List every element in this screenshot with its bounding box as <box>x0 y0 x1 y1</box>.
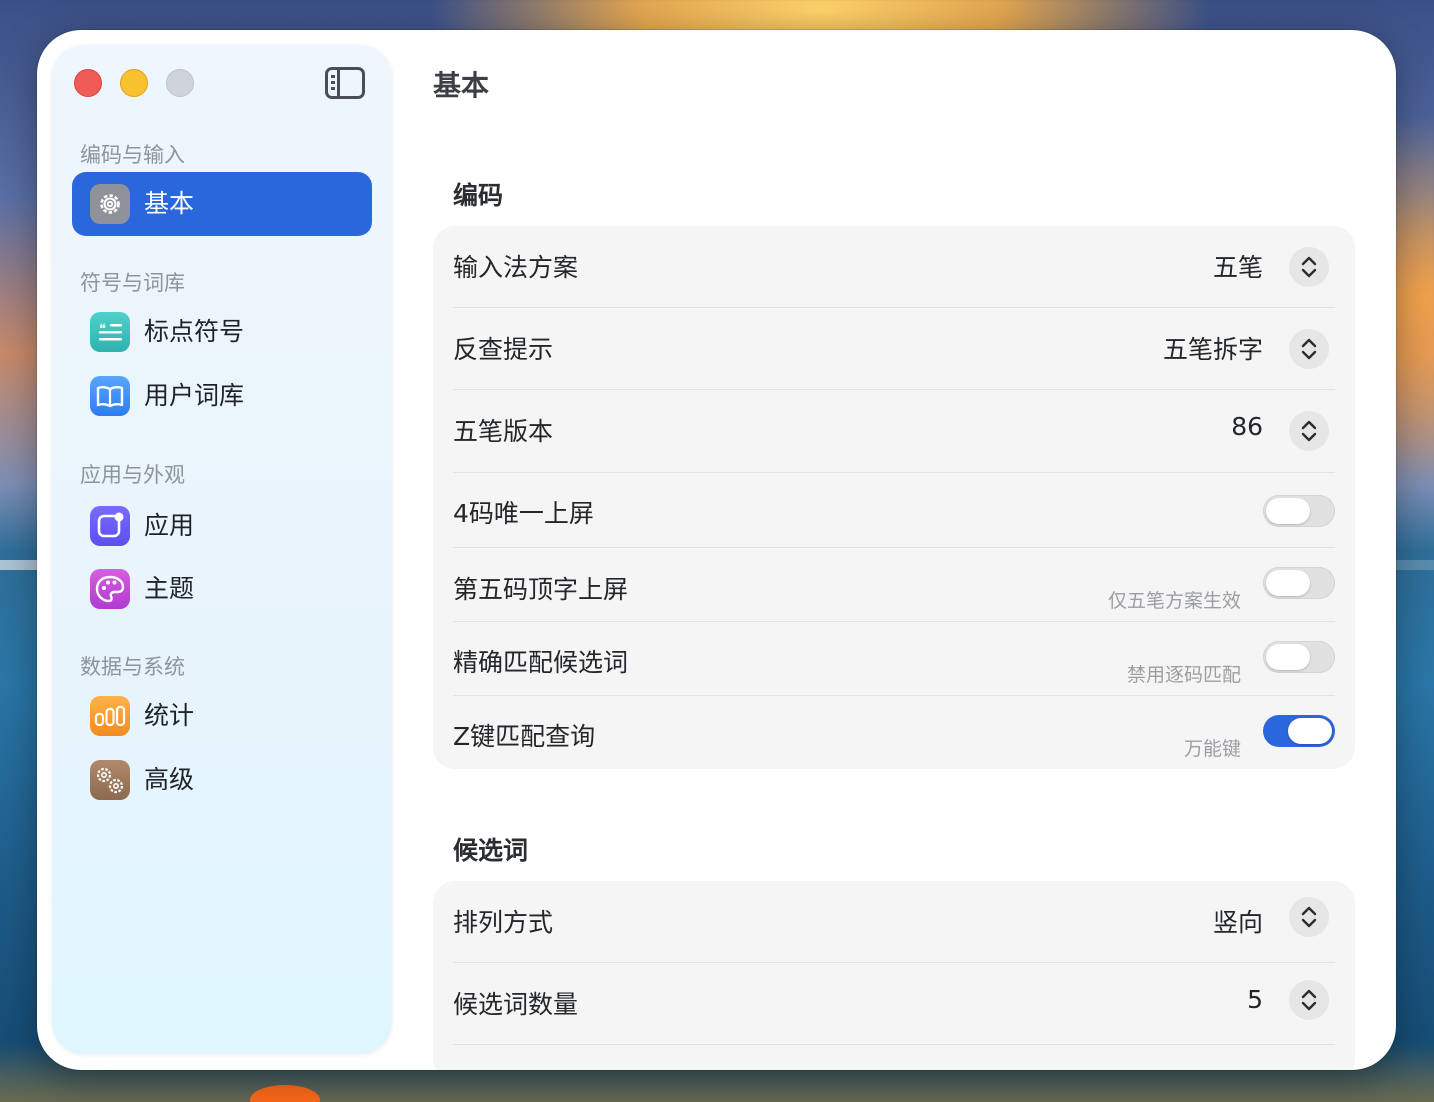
sidebar-item-label: 应用 <box>144 511 195 540</box>
sidebar-item-label: 用户词库 <box>144 381 245 410</box>
setting-label: 第五码顶字上屏 <box>453 575 629 604</box>
minimize-window-button[interactable] <box>120 69 148 97</box>
sidebar-item-apps[interactable]: 应用 <box>72 494 372 558</box>
setting-value: 五笔拆字 <box>1162 335 1263 364</box>
setting-row-wubi-version: 五笔版本 86 <box>453 390 1335 473</box>
setting-hint: 仅五笔方案生效 <box>1107 590 1241 612</box>
setting-value: 五笔 <box>1212 253 1263 282</box>
wubi-version-stepper[interactable] <box>1289 411 1329 451</box>
sidebar-item-label: 高级 <box>144 765 195 794</box>
section-label-encoding: 编码与输入 <box>80 143 185 167</box>
setting-row-z-key-lookup: Z键匹配查询 万能键 <box>453 696 1335 769</box>
setting-row-exact-match: 精确匹配候选词 禁用逐码匹配 <box>453 622 1335 696</box>
exact-match-toggle[interactable] <box>1263 641 1335 673</box>
setting-label: 候选词数量 <box>453 990 579 1019</box>
setting-hint: 万能键 <box>1183 738 1241 760</box>
sidebar-item-user-dictionary[interactable]: 用户词库 <box>72 364 372 428</box>
svg-text:❝: ❝ <box>99 322 106 337</box>
setting-label: 排列方式 <box>453 908 554 937</box>
setting-row-candidate-count: 候选词数量 5 <box>453 963 1335 1045</box>
setting-row-fifth-code-commit: 第五码顶字上屏 仅五笔方案生效 <box>453 548 1335 622</box>
sidebar-toggle-icon[interactable] <box>325 67 365 99</box>
setting-value: 竖向 <box>1212 908 1263 937</box>
palette-icon <box>90 569 130 609</box>
setting-label: 4码唯一上屏 <box>453 499 594 528</box>
setting-label: 输入法方案 <box>453 253 579 282</box>
sidebar-item-punctuation[interactable]: ❝ 标点符号 <box>72 300 372 364</box>
book-icon <box>90 376 130 416</box>
setting-row-layout: 排列方式 竖向 <box>453 881 1335 963</box>
gears-icon <box>90 760 130 800</box>
sidebar-item-label: 标点符号 <box>144 317 245 346</box>
setting-row-reverse-lookup: 反查提示 五笔拆字 <box>453 308 1335 390</box>
setting-row-four-code-commit: 4码唯一上屏 <box>453 473 1335 548</box>
candidate-count-stepper[interactable] <box>1289 980 1329 1020</box>
setting-label: 五笔版本 <box>453 417 554 446</box>
page-title: 基本 <box>433 69 490 102</box>
section-label-appearance: 应用与外观 <box>80 463 185 487</box>
group-title-candidates: 候选词 <box>453 836 529 865</box>
setting-value: 86 <box>1231 412 1263 441</box>
app-icon <box>90 506 130 546</box>
sidebar-item-label: 统计 <box>144 701 195 730</box>
reverse-lookup-stepper[interactable] <box>1289 329 1329 369</box>
group-title-encoding: 编码 <box>453 181 504 210</box>
settings-window: 编码与输入 基本 符号与词库 ❝ 标点符号 用户词库 应用与外观 应用 主题 数… <box>37 30 1396 1070</box>
section-label-data: 数据与系统 <box>80 655 185 679</box>
setting-value: 5 <box>1247 985 1263 1014</box>
quote-icon: ❝ <box>90 312 130 352</box>
section-label-symbols: 符号与词库 <box>80 271 185 295</box>
chart-icon <box>90 696 130 736</box>
fifth-code-commit-toggle[interactable] <box>1263 567 1335 599</box>
sidebar: 编码与输入 基本 符号与词库 ❝ 标点符号 用户词库 应用与外观 应用 主题 数… <box>52 45 392 1054</box>
layout-stepper[interactable] <box>1289 897 1329 937</box>
sidebar-item-advanced[interactable]: 高级 <box>72 748 372 812</box>
sidebar-item-theme[interactable]: 主题 <box>72 557 372 621</box>
sidebar-item-label: 基本 <box>144 189 195 218</box>
z-key-lookup-toggle[interactable] <box>1263 715 1335 747</box>
zoom-window-button[interactable] <box>166 69 194 97</box>
sidebar-item-statistics[interactable]: 统计 <box>72 684 372 748</box>
gear-icon <box>90 184 130 224</box>
setting-hint: 禁用逐码匹配 <box>1126 664 1241 686</box>
input-scheme-stepper[interactable] <box>1289 247 1329 287</box>
setting-row-input-scheme: 输入法方案 五笔 <box>453 226 1335 308</box>
encoding-settings-card: 输入法方案 五笔 反查提示 五笔拆字 五笔版本 86 4码唯一上屏 第五码顶字上… <box>433 226 1355 769</box>
close-window-button[interactable] <box>74 69 102 97</box>
sidebar-item-basic[interactable]: 基本 <box>72 172 372 236</box>
four-code-commit-toggle[interactable] <box>1263 495 1335 527</box>
candidate-settings-card: 排列方式 竖向 候选词数量 5 <box>433 881 1355 1070</box>
sidebar-item-label: 主题 <box>144 574 195 603</box>
setting-label: 反查提示 <box>453 335 554 364</box>
setting-label: 精确匹配候选词 <box>453 648 629 677</box>
setting-label: Z键匹配查询 <box>453 722 596 751</box>
